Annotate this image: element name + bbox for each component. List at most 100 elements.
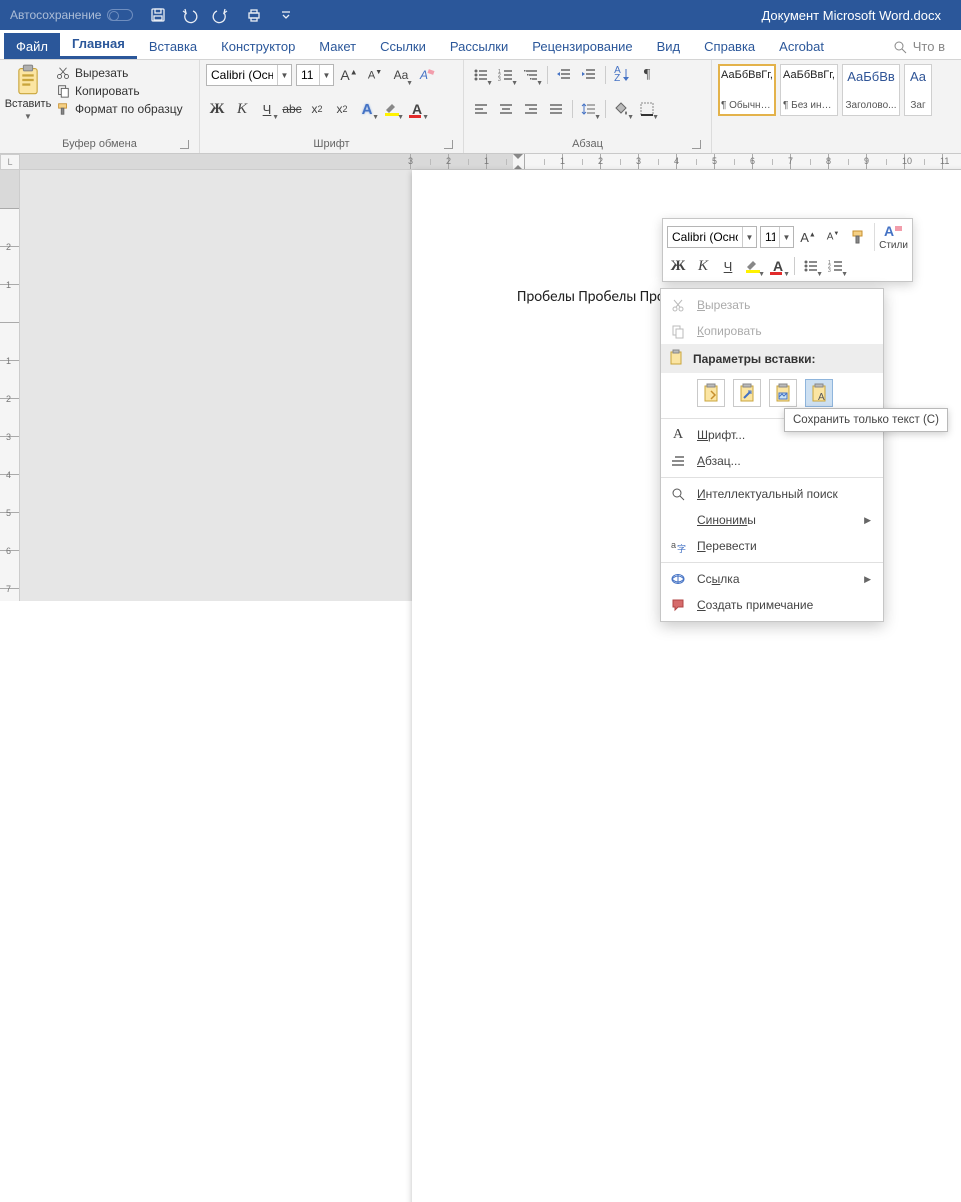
mini-bold-button[interactable]: Ж bbox=[667, 255, 689, 277]
underline-button[interactable]: Ч▼ bbox=[256, 98, 278, 120]
chevron-right-icon: ▶ bbox=[864, 515, 871, 526]
font-name-input[interactable] bbox=[207, 65, 277, 85]
tab-file[interactable]: Файл bbox=[4, 33, 60, 59]
line-spacing-button[interactable]: ▼ bbox=[578, 98, 600, 120]
style-preview: АаБбВвГг, bbox=[721, 69, 773, 81]
cut-button[interactable]: Вырезать bbox=[56, 66, 183, 80]
align-left-button[interactable] bbox=[470, 98, 492, 120]
tab-help[interactable]: Справка bbox=[692, 33, 767, 59]
ctx-synonyms[interactable]: Синонимы ▶ bbox=[661, 507, 883, 533]
font-name-combo[interactable]: ▼ bbox=[206, 64, 292, 86]
show-marks-button[interactable]: ¶ bbox=[636, 64, 658, 86]
mini-font-name-combo[interactable]: ▼ bbox=[667, 226, 757, 248]
mini-styles-button[interactable]: A Стили bbox=[874, 223, 908, 251]
increase-indent-button[interactable] bbox=[578, 64, 600, 86]
vertical-ruler[interactable]: 2112345678910 bbox=[0, 170, 20, 601]
tab-review[interactable]: Рецензирование bbox=[520, 33, 644, 59]
style-preview: АаБбВвГг, bbox=[783, 69, 835, 81]
ctx-copy: Копировать bbox=[661, 318, 883, 344]
paste-button[interactable]: Вставить ▼ bbox=[6, 64, 50, 121]
save-button[interactable] bbox=[149, 6, 167, 24]
bullets-button[interactable]: ▼ bbox=[470, 64, 492, 86]
ctx-link[interactable]: Ссылка ▶ bbox=[661, 566, 883, 592]
tab-references[interactable]: Ссылки bbox=[368, 33, 438, 59]
ctx-paragraph[interactable]: Абзац... bbox=[661, 448, 883, 474]
paste-merge[interactable] bbox=[733, 379, 761, 407]
decrease-indent-button[interactable] bbox=[553, 64, 575, 86]
ctx-translate-label: Перевести bbox=[697, 539, 757, 553]
justify-button[interactable] bbox=[545, 98, 567, 120]
style-normal[interactable]: АаБбВвГг, ¶ Обычный bbox=[718, 64, 776, 116]
redo-button[interactable] bbox=[213, 6, 231, 24]
tab-mailings[interactable]: Рассылки bbox=[438, 33, 520, 59]
ctx-translate[interactable]: a字 Перевести bbox=[661, 533, 883, 559]
mini-italic-button[interactable]: К bbox=[692, 255, 714, 277]
numbering-button[interactable]: 123▼ bbox=[495, 64, 517, 86]
undo-button[interactable] bbox=[181, 6, 199, 24]
highlight-button[interactable]: ▼ bbox=[381, 98, 403, 120]
ctx-smart-lookup[interactable]: Интеллектуальный поиск bbox=[661, 481, 883, 507]
align-right-button[interactable] bbox=[520, 98, 542, 120]
horizontal-ruler[interactable]: 321123456789101112 bbox=[20, 154, 961, 170]
chevron-down-icon[interactable]: ▼ bbox=[742, 227, 756, 247]
font-size-combo[interactable]: ▼ bbox=[296, 64, 334, 86]
translate-icon: a字 bbox=[669, 538, 687, 554]
format-painter-button[interactable]: Формат по образцу bbox=[56, 102, 183, 116]
tab-design[interactable]: Конструктор bbox=[209, 33, 307, 59]
mini-bullets-button[interactable]: ▼ bbox=[800, 255, 822, 277]
mini-font-color-button[interactable]: A ▼ bbox=[767, 255, 789, 277]
mini-font-size-input[interactable] bbox=[761, 227, 779, 247]
paste-picture[interactable] bbox=[769, 379, 797, 407]
tab-home[interactable]: Главная bbox=[60, 30, 137, 59]
multilevel-button[interactable]: ▼ bbox=[520, 64, 542, 86]
shading-button[interactable]: ▼ bbox=[611, 98, 633, 120]
tab-view[interactable]: Вид bbox=[645, 33, 693, 59]
font-icon: A bbox=[669, 427, 687, 443]
qat-customize-button[interactable] bbox=[277, 6, 295, 24]
mini-font-name-input[interactable] bbox=[668, 227, 742, 247]
paste-text-only[interactable]: A bbox=[805, 379, 833, 407]
font-color-button[interactable]: A ▼ bbox=[406, 98, 428, 120]
mini-underline-button[interactable]: Ч bbox=[717, 255, 739, 277]
mini-font-size-combo[interactable]: ▼ bbox=[760, 226, 794, 248]
quick-print-button[interactable] bbox=[245, 6, 263, 24]
text-effects-button[interactable]: A▼ bbox=[356, 98, 378, 120]
borders-button[interactable]: ▼ bbox=[636, 98, 658, 120]
mini-format-painter-button[interactable] bbox=[847, 226, 869, 248]
clear-format-button[interactable]: A bbox=[416, 64, 438, 86]
copy-button[interactable]: Копировать bbox=[56, 84, 183, 98]
autosave-toggle[interactable]: Автосохранение bbox=[10, 8, 133, 22]
chevron-down-icon[interactable]: ▼ bbox=[319, 65, 333, 85]
grow-font-button[interactable]: A▲ bbox=[338, 64, 360, 86]
mini-shrink-font-button[interactable]: A▼ bbox=[822, 226, 844, 248]
ctx-new-comment-label: Создать примечание bbox=[697, 598, 813, 612]
style-heading2[interactable]: Аа Заг bbox=[904, 64, 932, 116]
shrink-font-button[interactable]: A▼ bbox=[364, 64, 386, 86]
chevron-down-icon[interactable]: ▼ bbox=[779, 227, 793, 247]
strike-button[interactable]: abc bbox=[281, 98, 303, 120]
italic-button[interactable]: К bbox=[231, 98, 253, 120]
tab-layout[interactable]: Макет bbox=[307, 33, 368, 59]
tab-insert[interactable]: Вставка bbox=[137, 33, 209, 59]
style-no-spacing[interactable]: АаБбВвГг, ¶ Без инте... bbox=[780, 64, 838, 116]
mini-grow-font-button[interactable]: A▲ bbox=[797, 226, 819, 248]
sort-button[interactable]: AZ bbox=[611, 64, 633, 86]
style-heading1[interactable]: АаБбВв Заголово... bbox=[842, 64, 900, 116]
align-center-button[interactable] bbox=[495, 98, 517, 120]
change-case-button[interactable]: Aa▼ bbox=[390, 64, 412, 86]
indent-marker-icon[interactable] bbox=[513, 154, 523, 170]
subscript-button[interactable]: x2 bbox=[306, 98, 328, 120]
tell-me-search[interactable]: Что в bbox=[881, 33, 957, 59]
clipboard-icon bbox=[669, 349, 683, 368]
tab-acrobat[interactable]: Acrobat bbox=[767, 33, 836, 59]
chevron-down-icon[interactable]: ▼ bbox=[277, 65, 291, 85]
font-size-input[interactable] bbox=[297, 65, 319, 85]
svg-text:A: A bbox=[884, 223, 894, 239]
ctx-new-comment[interactable]: Создать примечание bbox=[661, 592, 883, 618]
svg-text:a: a bbox=[671, 540, 676, 550]
bold-button[interactable]: Ж bbox=[206, 98, 228, 120]
mini-numbering-button[interactable]: 123▼ bbox=[825, 255, 847, 277]
mini-highlight-button[interactable]: ▼ bbox=[742, 255, 764, 277]
superscript-button[interactable]: x2 bbox=[331, 98, 353, 120]
paste-keep-source[interactable] bbox=[697, 379, 725, 407]
